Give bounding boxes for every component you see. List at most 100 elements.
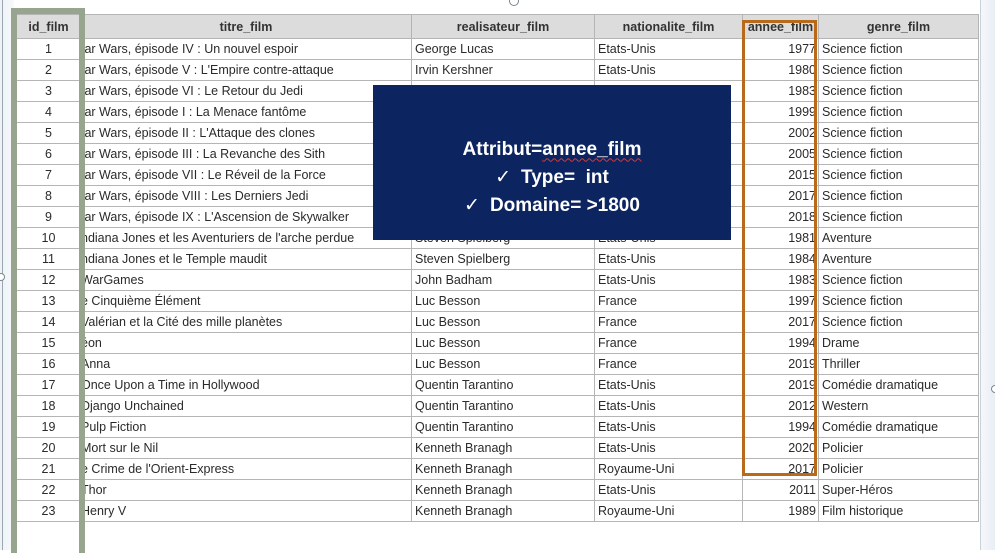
resize-handle-right[interactable] xyxy=(991,385,995,393)
cell-realisateur-film[interactable]: Irvin Kershner xyxy=(411,59,595,81)
cell-annee-film[interactable]: 2017 xyxy=(742,185,819,207)
cell-nationalite-film[interactable]: Etats-Unis xyxy=(594,38,743,60)
cell-realisateur-film[interactable]: John Badham xyxy=(411,269,595,291)
cell-id-film[interactable]: 22 xyxy=(16,479,81,501)
header-genre-film[interactable]: genre_film xyxy=(818,14,979,39)
cell-id-film[interactable]: 1 xyxy=(16,38,81,60)
cell-annee-film[interactable]: 1984 xyxy=(742,248,819,270)
cell-titre-film[interactable]: tar Wars, épisode III : La Revanche des … xyxy=(80,143,412,165)
cell-titre-film[interactable]: tar Wars, épisode II : L'Attaque des clo… xyxy=(80,122,412,144)
cell-genre-film[interactable]: Science fiction xyxy=(818,185,979,207)
cell-nationalite-film[interactable]: France xyxy=(594,311,743,333)
cell-titre-film[interactable]: e Cinquième Élément xyxy=(80,290,412,312)
cell-genre-film[interactable]: Science fiction xyxy=(818,269,979,291)
cell-annee-film[interactable]: 1983 xyxy=(742,269,819,291)
header-annee-film[interactable]: annee_film xyxy=(742,14,819,39)
cell-id-film[interactable]: 16 xyxy=(16,353,81,375)
header-realisateur-film[interactable]: realisateur_film xyxy=(411,14,595,39)
cell-titre-film[interactable]: Thor xyxy=(80,479,412,501)
cell-genre-film[interactable]: Film historique xyxy=(818,500,979,522)
cell-id-film[interactable]: 18 xyxy=(16,395,81,417)
cell-nationalite-film[interactable]: Etats-Unis xyxy=(594,437,743,459)
cell-genre-film[interactable]: Science fiction xyxy=(818,122,979,144)
cell-annee-film[interactable]: 2019 xyxy=(742,353,819,375)
cell-id-film[interactable]: 17 xyxy=(16,374,81,396)
cell-annee-film[interactable]: 1977 xyxy=(742,38,819,60)
cell-titre-film[interactable]: tar Wars, épisode IX : L'Ascension de Sk… xyxy=(80,206,412,228)
cell-titre-film[interactable]: éon xyxy=(80,332,412,354)
cell-nationalite-film[interactable]: Royaume-Uni xyxy=(594,500,743,522)
table-row[interactable]: 16 Anna Luc Besson France 2019 Thriller xyxy=(16,353,979,375)
header-id-film[interactable]: id_film xyxy=(16,14,81,39)
cell-genre-film[interactable]: Science fiction xyxy=(818,206,979,228)
cell-id-film[interactable]: 6 xyxy=(16,143,81,165)
cell-realisateur-film[interactable]: George Lucas xyxy=(411,38,595,60)
cell-id-film[interactable]: 2 xyxy=(16,59,81,81)
cell-nationalite-film[interactable]: Royaume-Uni xyxy=(594,458,743,480)
table-row[interactable]: 12 WarGames John Badham Etats-Unis 1983 Scien… xyxy=(16,269,979,291)
cell-id-film[interactable]: 19 xyxy=(16,416,81,438)
cell-genre-film[interactable]: Comédie dramatique xyxy=(818,374,979,396)
cell-realisateur-film[interactable]: Quentin Tarantino xyxy=(411,374,595,396)
table-row[interactable]: 13 e Cinquième Élément Luc Besson France 199… xyxy=(16,290,979,312)
cell-titre-film[interactable]: Pulp Fiction xyxy=(80,416,412,438)
cell-annee-film[interactable]: 1999 xyxy=(742,101,819,123)
cell-id-film[interactable]: 11 xyxy=(16,248,81,270)
table-row[interactable]: 18 Django Unchained Quentin Tarantino Etats… xyxy=(16,395,979,417)
cell-realisateur-film[interactable]: Quentin Tarantino xyxy=(411,416,595,438)
resize-handle-top[interactable] xyxy=(509,0,519,6)
cell-id-film[interactable]: 3 xyxy=(16,80,81,102)
cell-titre-film[interactable]: tar Wars, épisode VIII : Les Derniers Je… xyxy=(80,185,412,207)
cell-nationalite-film[interactable]: Etats-Unis xyxy=(594,479,743,501)
table-row[interactable]: 17 Once Upon a Time in Hollywood Quentin T… xyxy=(16,374,979,396)
cell-id-film[interactable]: 13 xyxy=(16,290,81,312)
cell-titre-film[interactable]: Django Unchained xyxy=(80,395,412,417)
cell-nationalite-film[interactable]: Etats-Unis xyxy=(594,374,743,396)
cell-titre-film[interactable]: tar Wars, épisode IV : Un nouvel espoir xyxy=(80,38,412,60)
cell-titre-film[interactable]: e Crime de l'Orient-Express xyxy=(80,458,412,480)
table-row[interactable]: 15 éon Luc Besson France 1994 Drame xyxy=(16,332,979,354)
cell-titre-film[interactable]: tar Wars, épisode I : La Menace fantôme xyxy=(80,101,412,123)
cell-annee-film[interactable]: 1981 xyxy=(742,227,819,249)
table-row[interactable]: 22 Thor Kenneth Branagh Etats-Unis 2011 Super… xyxy=(16,479,979,501)
cell-annee-film[interactable]: 2012 xyxy=(742,395,819,417)
cell-realisateur-film[interactable]: Luc Besson xyxy=(411,311,595,333)
cell-titre-film[interactable]: ndiana Jones et les Aventuriers de l'arc… xyxy=(80,227,412,249)
cell-id-film[interactable]: 8 xyxy=(16,185,81,207)
cell-annee-film[interactable]: 2002 xyxy=(742,122,819,144)
cell-id-film[interactable]: 21 xyxy=(16,458,81,480)
cell-nationalite-film[interactable]: Etats-Unis xyxy=(594,59,743,81)
cell-genre-film[interactable]: Science fiction xyxy=(818,80,979,102)
cell-nationalite-film[interactable]: Etats-Unis xyxy=(594,248,743,270)
cell-annee-film[interactable]: 1994 xyxy=(742,416,819,438)
cell-genre-film[interactable]: Super-Héros xyxy=(818,479,979,501)
cell-annee-film[interactable]: 2020 xyxy=(742,437,819,459)
cell-annee-film[interactable]: 1989 xyxy=(742,500,819,522)
cell-annee-film[interactable]: 2017 xyxy=(742,311,819,333)
cell-id-film[interactable]: 4 xyxy=(16,101,81,123)
cell-genre-film[interactable]: Science fiction xyxy=(818,164,979,186)
cell-id-film[interactable]: 12 xyxy=(16,269,81,291)
cell-realisateur-film[interactable]: Luc Besson xyxy=(411,332,595,354)
cell-id-film[interactable]: 5 xyxy=(16,122,81,144)
table-row[interactable]: 23 Henry V Kenneth Branagh Royaume-Uni 1989 F… xyxy=(16,500,979,522)
cell-realisateur-film[interactable]: Luc Besson xyxy=(411,353,595,375)
cell-id-film[interactable]: 7 xyxy=(16,164,81,186)
cell-titre-film[interactable]: Once Upon a Time in Hollywood xyxy=(80,374,412,396)
header-nationalite-film[interactable]: nationalite_film xyxy=(594,14,743,39)
cell-realisateur-film[interactable]: Kenneth Branagh xyxy=(411,437,595,459)
cell-annee-film[interactable]: 1980 xyxy=(742,59,819,81)
cell-id-film[interactable]: 20 xyxy=(16,437,81,459)
cell-titre-film[interactable]: WarGames xyxy=(80,269,412,291)
table-row[interactable]: 19 Pulp Fiction Quentin Tarantino Etats-Uni… xyxy=(16,416,979,438)
cell-genre-film[interactable]: Policier xyxy=(818,458,979,480)
cell-id-film[interactable]: 9 xyxy=(16,206,81,228)
cell-genre-film[interactable]: Science fiction xyxy=(818,143,979,165)
cell-titre-film[interactable]: tar Wars, épisode VII : Le Réveil de la … xyxy=(80,164,412,186)
cell-realisateur-film[interactable]: Kenneth Branagh xyxy=(411,479,595,501)
cell-genre-film[interactable]: Aventure xyxy=(818,248,979,270)
table-row[interactable]: 14 Valérian et la Cité des mille planètes… xyxy=(16,311,979,333)
cell-genre-film[interactable]: Policier xyxy=(818,437,979,459)
cell-genre-film[interactable]: Western xyxy=(818,395,979,417)
cell-annee-film[interactable]: 2017 xyxy=(742,458,819,480)
